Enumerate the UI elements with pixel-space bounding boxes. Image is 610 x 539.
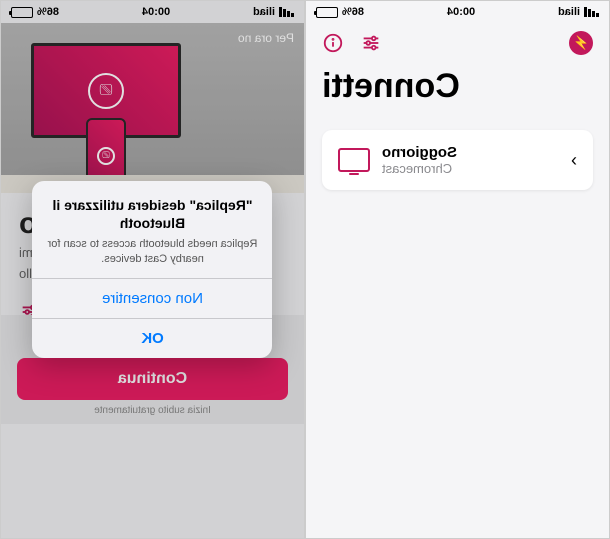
device-type: Chromecast	[382, 161, 457, 176]
page-title: Connetti	[306, 63, 609, 118]
permission-dialog-overlay: "Replica" desidera utilizzare il Bluetoo…	[1, 1, 304, 538]
ok-button[interactable]: OK	[33, 318, 273, 358]
carrier-label: iliad	[558, 6, 580, 18]
left-screenshot: iliad 00:04 86% ⚡ Connetti › Soggiorno C…	[305, 0, 610, 539]
bolt-icon[interactable]: ⚡	[569, 31, 593, 55]
topbar: ⚡	[306, 23, 609, 63]
filter-icon[interactable]	[360, 32, 382, 54]
permission-dialog: "Replica" desidera utilizzare il Bluetoo…	[33, 181, 273, 358]
device-card[interactable]: › Soggiorno Chromecast	[322, 130, 593, 190]
dialog-message: Replica needs bluetooth access to scan f…	[47, 237, 259, 266]
battery-icon	[316, 7, 338, 18]
battery-pct: 86%	[342, 6, 364, 18]
tv-icon	[338, 148, 370, 172]
right-screenshot: iliad 00:04 86% Per ora no ⎚ ⎚ Pro La mi…	[0, 0, 305, 539]
info-icon[interactable]	[322, 32, 344, 54]
signal-icon	[584, 7, 599, 17]
deny-button[interactable]: Non consentire	[33, 278, 273, 318]
chevron-right-icon: ›	[571, 150, 577, 171]
status-bar: iliad 00:04 86%	[306, 1, 609, 23]
dialog-title: "Replica" desidera utilizzare il Bluetoo…	[47, 197, 259, 232]
clock: 00:04	[447, 6, 475, 18]
device-name: Soggiorno	[382, 144, 457, 161]
